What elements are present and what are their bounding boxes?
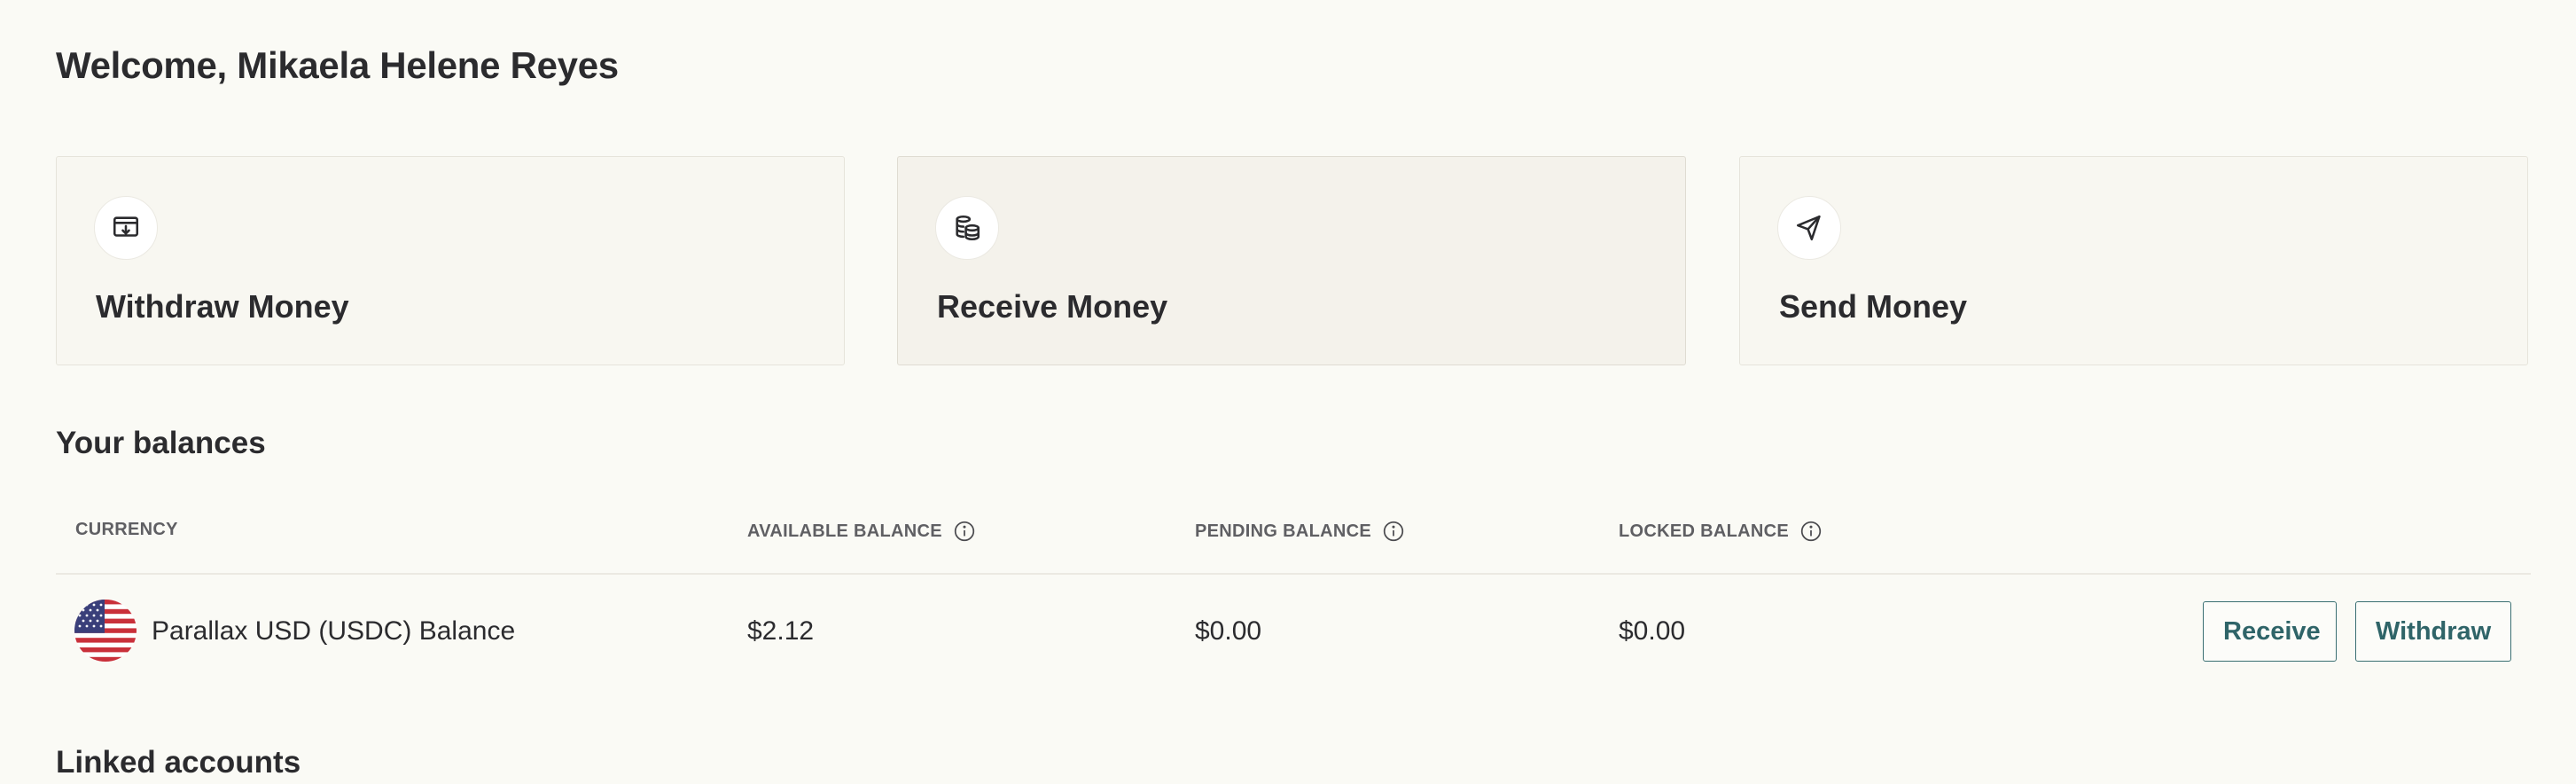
- page-title: Welcome, Mikaela Helene Reyes: [56, 44, 619, 86]
- header-divider: [56, 573, 2531, 575]
- linked-accounts-title: Linked accounts: [56, 745, 301, 780]
- receive-money-label: Receive Money: [937, 288, 1168, 325]
- withdraw-button[interactable]: Withdraw: [2355, 601, 2511, 662]
- column-header-pending-label: PENDING BALANCE: [1195, 521, 1371, 541]
- column-header-pending: PENDING BALANCE: [1195, 520, 1405, 543]
- info-icon[interactable]: [1799, 520, 1823, 543]
- pending-balance-value: $0.00: [1195, 616, 1262, 646]
- column-header-available-label: AVAILABLE BALANCE: [747, 521, 942, 541]
- us-flag-icon: [74, 600, 137, 662]
- send-money-card[interactable]: Send Money: [1739, 156, 2528, 365]
- send-icon: [1777, 196, 1841, 260]
- info-icon[interactable]: [1382, 520, 1405, 543]
- send-money-label: Send Money: [1779, 288, 1968, 325]
- info-icon[interactable]: [953, 520, 976, 543]
- receive-money-card[interactable]: Receive Money: [897, 156, 1686, 365]
- withdraw-icon: [94, 196, 158, 260]
- balances-section-title: Your balances: [56, 426, 266, 460]
- column-header-currency-label: CURRENCY: [75, 520, 178, 539]
- column-header-locked-label: LOCKED BALANCE: [1619, 521, 1789, 541]
- column-header-locked: LOCKED BALANCE: [1619, 520, 1823, 543]
- receive-button[interactable]: Receive: [2203, 601, 2337, 662]
- column-header-currency: CURRENCY: [75, 520, 178, 540]
- currency-name: Parallax USD (USDC) Balance: [152, 616, 516, 646]
- coins-icon: [935, 196, 999, 260]
- withdraw-money-card[interactable]: Withdraw Money: [56, 156, 845, 365]
- available-balance-value: $2.12: [747, 616, 815, 646]
- column-header-available: AVAILABLE BALANCE: [747, 520, 976, 543]
- locked-balance-value: $0.00: [1619, 616, 1686, 646]
- withdraw-money-label: Withdraw Money: [96, 288, 349, 325]
